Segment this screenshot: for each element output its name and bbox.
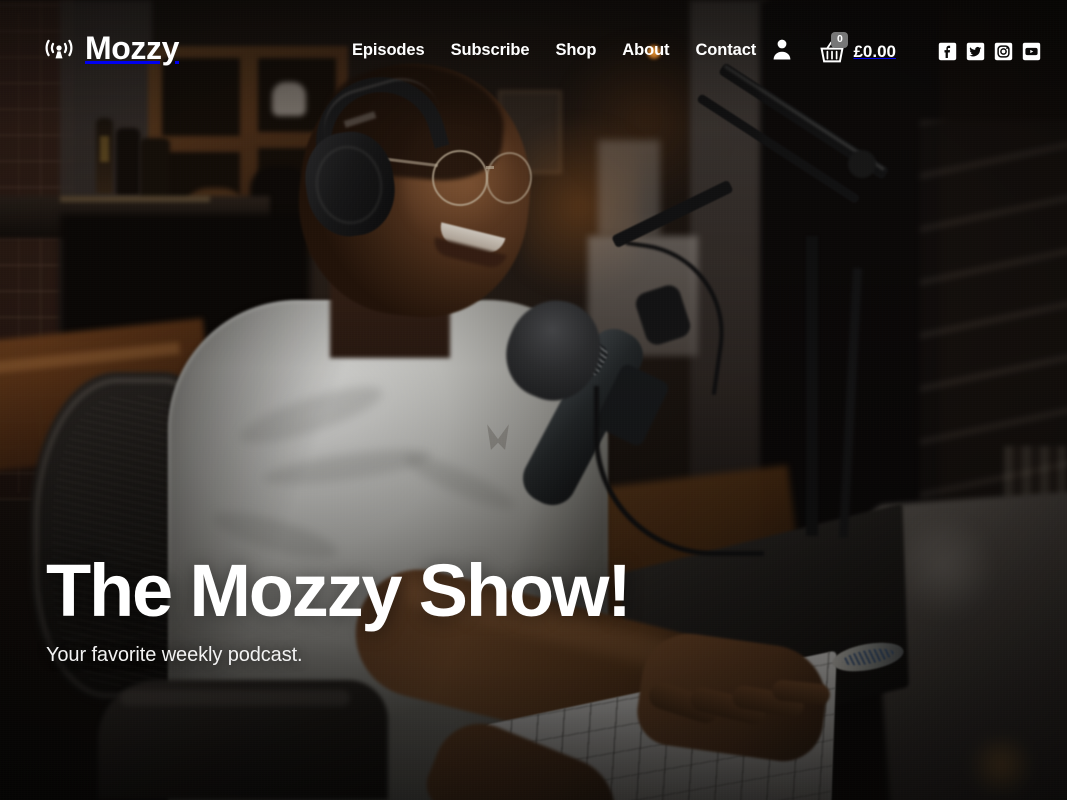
cart-button[interactable]: 0 £0.00 (820, 31, 896, 63)
main-navigation: Episodes Subscribe Shop About Contact (352, 41, 756, 60)
page-root: Mozzy Episodes Subscribe Shop About Cont… (0, 0, 1067, 800)
social-link-facebook[interactable] (938, 42, 957, 61)
social-link-instagram[interactable] (994, 42, 1013, 61)
hero-subtitle: Your favorite weekly podcast. (46, 644, 303, 666)
brand-logo[interactable]: Mozzy (42, 31, 179, 65)
nav-item-episodes[interactable]: Episodes (352, 41, 425, 60)
cart-total: £0.00 (853, 41, 896, 61)
cart-count-badge: 0 (831, 31, 849, 48)
hero-title: The Mozzy Show! (46, 548, 632, 632)
account-button[interactable] (772, 38, 820, 65)
social-link-twitter[interactable] (966, 42, 985, 61)
nav-item-subscribe[interactable]: Subscribe (451, 41, 530, 60)
twitter-icon (966, 42, 985, 61)
instagram-icon (994, 42, 1013, 61)
broadcast-tower-icon (45, 39, 73, 59)
social-links (938, 42, 1041, 61)
hero-section: The Mozzy Show! Your favorite weekly pod… (46, 548, 632, 667)
nav-item-shop[interactable]: Shop (555, 41, 596, 60)
hero-background-photo (0, 0, 1067, 800)
header-utilities: 0 £0.00 (772, 31, 1041, 65)
facebook-icon (938, 42, 957, 61)
social-link-youtube[interactable] (1022, 42, 1041, 61)
user-account-icon (774, 39, 791, 60)
youtube-icon (1022, 42, 1041, 61)
nav-item-contact[interactable]: Contact (695, 41, 756, 60)
nav-item-about[interactable]: About (622, 41, 669, 60)
site-header: Mozzy Episodes Subscribe Shop About Cont… (0, 0, 1067, 104)
brand-name: Mozzy (85, 30, 180, 66)
